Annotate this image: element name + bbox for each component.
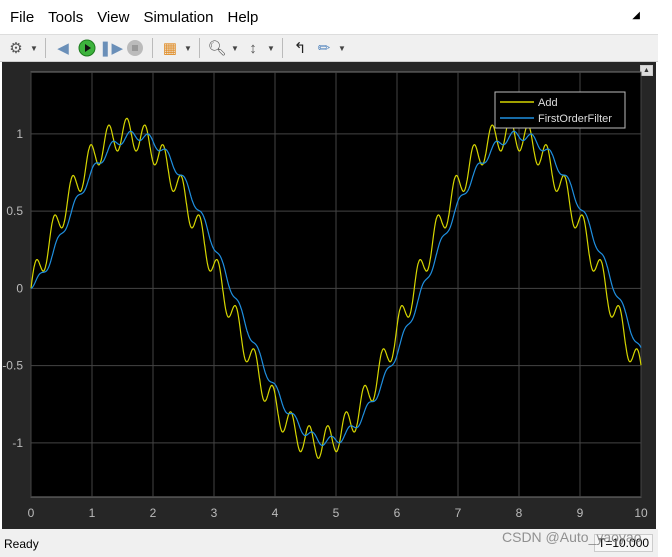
x-tick-label: 7 — [455, 506, 462, 520]
legend-label: Add — [538, 97, 558, 109]
x-tick-label: 9 — [577, 506, 584, 520]
x-tick-label: 10 — [634, 506, 648, 520]
x-tick-label: 5 — [333, 506, 340, 520]
x-tick-label: 0 — [28, 506, 35, 520]
status-text: Ready — [4, 537, 39, 551]
y-tick-label: -1 — [12, 436, 23, 450]
x-tick-label: 8 — [516, 506, 523, 520]
x-tick-label: 3 — [211, 506, 218, 520]
x-tick-label: 6 — [394, 506, 401, 520]
x-tick-label: 2 — [150, 506, 157, 520]
y-tick-label: 0 — [16, 281, 23, 295]
y-tick-label: 1 — [16, 127, 23, 141]
x-tick-label: 4 — [272, 506, 279, 520]
y-tick-label: -0.5 — [2, 359, 23, 373]
legend-label: FirstOrderFilter — [538, 113, 612, 125]
legend: Add FirstOrderFilter — [494, 91, 626, 129]
watermark: CSDN @Auto_yaoyao — [502, 529, 642, 545]
y-tick-label: 0.5 — [6, 204, 23, 218]
scope-plot[interactable]: 0 1 2 3 4 5 6 7 8 9 10 1 0.5 0 -0.5 -1 Add FirstOrderFilt… — [0, 0, 672, 557]
x-tick-label: 1 — [89, 506, 96, 520]
